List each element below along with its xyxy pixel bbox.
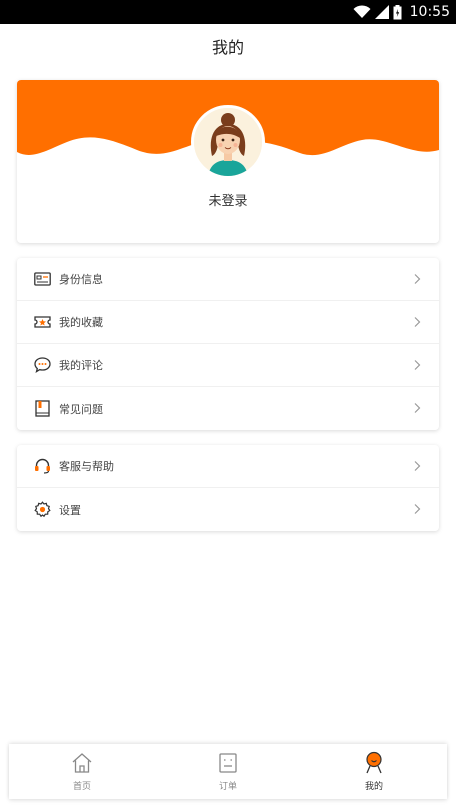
chevron-right-icon: [414, 274, 421, 284]
avatar[interactable]: [191, 105, 265, 179]
tab-profile[interactable]: 我的: [301, 744, 447, 799]
faq-book-icon: [33, 400, 51, 418]
bottom-tab-bar: 首页 订单 我的: [9, 744, 447, 799]
menu-label: 设置: [59, 503, 81, 517]
profile-icon: [366, 751, 382, 774]
menu-item-settings[interactable]: 设置: [17, 488, 439, 531]
battery-icon: [393, 4, 402, 19]
wifi-icon: [353, 5, 371, 18]
menu-item-faq[interactable]: 常见问题: [17, 387, 439, 430]
chevron-right-icon: [414, 504, 421, 514]
tab-label: 首页: [72, 782, 91, 792]
chevron-right-icon: [414, 317, 421, 327]
login-status[interactable]: 未登录: [17, 190, 439, 209]
profile-card[interactable]: 未登录: [17, 80, 439, 243]
id-card-icon: [33, 270, 51, 288]
menu-label: 身份信息: [59, 273, 103, 286]
user-avatar-icon: [194, 108, 262, 176]
tab-home[interactable]: 首页: [9, 744, 155, 799]
menu-card-account: 身份信息 我的收藏 我的评论 常见问题: [17, 258, 439, 430]
order-icon: [219, 753, 237, 773]
favorites-icon: [33, 313, 51, 331]
menu-label: 常见问题: [59, 402, 103, 416]
home-icon: [72, 753, 92, 773]
menu-item-identity[interactable]: 身份信息: [17, 258, 439, 301]
title-bar: 我的: [0, 24, 456, 68]
menu-label: 我的评论: [59, 359, 103, 372]
menu-label: 客服与帮助: [59, 460, 114, 473]
chevron-right-icon: [414, 360, 421, 370]
tab-orders[interactable]: 订单: [155, 744, 301, 799]
signal-icon: [374, 5, 389, 19]
menu-item-comments[interactable]: 我的评论: [17, 344, 439, 387]
page-title: 我的: [211, 38, 244, 57]
status-bar: 10:55: [0, 0, 456, 24]
status-time: 10:55: [409, 4, 450, 20]
chevron-right-icon: [414, 461, 421, 471]
status-icons: 10:55: [353, 3, 450, 21]
comment-icon: [33, 356, 51, 374]
menu-card-support: 客服与帮助 设置: [17, 445, 439, 531]
tab-label: 订单: [218, 782, 237, 792]
tab-label: 我的: [364, 782, 383, 792]
gear-icon: [33, 501, 51, 519]
menu-item-help[interactable]: 客服与帮助: [17, 445, 439, 488]
menu-item-favorites[interactable]: 我的收藏: [17, 301, 439, 344]
menu-label: 我的收藏: [59, 316, 103, 329]
chevron-right-icon: [414, 403, 421, 413]
headset-icon: [33, 457, 51, 475]
